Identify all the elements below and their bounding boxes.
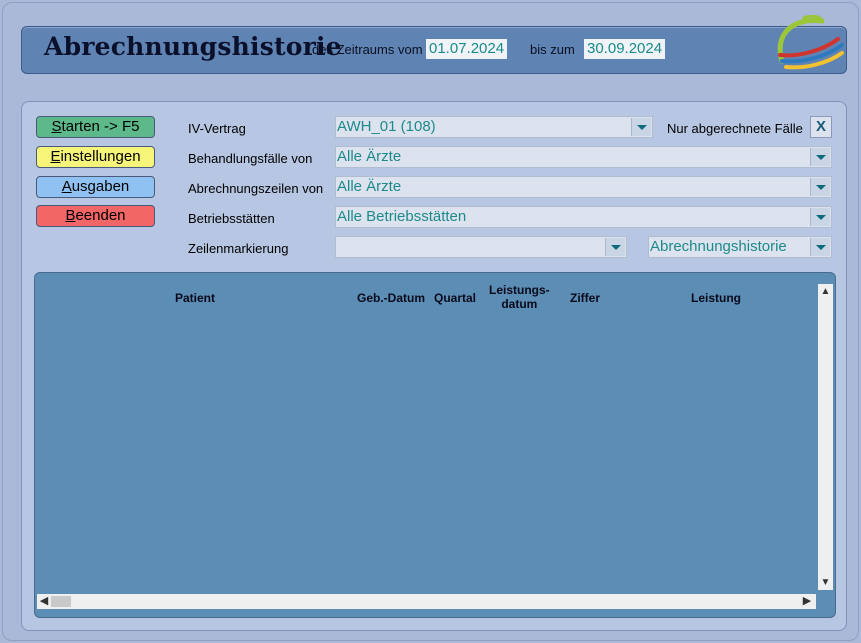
only-billed-label: Nur abgerechnete Fälle [667,121,803,136]
start-label: tarten -> F5 [61,118,140,135]
iv-vertrag-label: IV-Vertrag [188,121,246,136]
behandlungsfaelle-value: Alle Ärzte [337,148,402,165]
chevron-down-icon[interactable] [605,238,625,256]
iv-vertrag-value: AWH_01 (108) [337,118,436,135]
outputs-label: usgaben [71,178,130,195]
column-header-leistungsdatum[interactable]: Leistungs- datum [489,283,550,311]
exit-label: eenden [75,207,126,224]
abrechnungszeilen-label: Abrechnungszeilen von [188,181,324,196]
view-select-value: Abrechnungshistorie [650,238,787,255]
chevron-down-icon[interactable] [810,208,830,226]
betriebsstaetten-select[interactable]: Alle Betriebsstätten [335,206,832,228]
abrechnungszeilen-select[interactable]: Alle Ärzte [335,176,832,198]
app-logo [777,15,844,70]
settings-button[interactable]: Einstellungen [36,146,155,168]
results-table[interactable]: Patient Geb.-Datum Quartal Leistungs- da… [34,272,836,611]
to-date-field[interactable]: 30.09.2024 [584,39,666,59]
only-billed-checkbox[interactable]: X [810,116,832,138]
vertical-scrollbar[interactable]: ▲ ▼ [818,284,833,590]
view-select[interactable]: Abrechnungshistorie [648,236,832,258]
start-hotkey: S [51,118,62,135]
chevron-down-icon[interactable] [810,178,830,196]
behandlungsfaelle-label: Behandlungsfälle von [188,151,313,166]
column-header-ziffer[interactable]: Ziffer [570,291,600,305]
scroll-down-icon[interactable]: ▼ [818,575,833,590]
start-button[interactable]: Starten -> F5 [36,116,155,138]
table-bottom-edge [34,609,836,618]
betriebsstaetten-value: Alle Betriebsstätten [337,208,467,225]
main-window: Abrechnungshistorie des Zeitraums vom 01… [2,2,859,641]
zeilenmarkierung-select[interactable] [335,236,627,258]
filter-panel: Starten -> F5 Einstellungen Ausgaben Bee… [21,101,847,631]
chevron-down-icon[interactable] [810,238,830,256]
behandlungsfaelle-select[interactable]: Alle Ärzte [335,146,832,168]
exit-button[interactable]: Beenden [36,205,155,227]
scroll-right-icon[interactable]: ▶ [800,594,814,609]
from-date-field[interactable]: 01.07.2024 [426,39,508,59]
chevron-down-icon[interactable] [631,118,651,136]
horizontal-scrollbar[interactable]: ◀ ▶ [37,594,816,609]
zeilenmarkierung-label: Zeilenmarkierung [188,241,289,256]
horizontal-scroll-thumb[interactable] [51,596,71,607]
column-header-geb-datum[interactable]: Geb.-Datum [357,291,425,305]
scroll-up-icon[interactable]: ▲ [818,284,833,299]
iv-vertrag-select[interactable]: AWH_01 (108) [335,116,653,138]
header-bar: Abrechnungshistorie des Zeitraums vom 01… [21,15,847,74]
column-header-patient[interactable]: Patient [175,291,215,305]
to-label: bis zum [530,42,575,57]
column-header-leistung[interactable]: Leistung [691,291,741,305]
chevron-down-icon[interactable] [810,148,830,166]
outputs-button[interactable]: Ausgaben [36,176,155,198]
exit-hotkey: B [65,207,76,224]
betriebsstaetten-label: Betriebsstätten [188,211,275,226]
page-title: Abrechnungshistorie [44,32,342,61]
from-label: des Zeitraums vom [312,42,423,57]
settings-label: instellungen [60,148,141,165]
settings-hotkey: E [50,148,61,165]
outputs-hotkey: A [61,178,72,195]
abrechnungszeilen-value: Alle Ärzte [337,178,402,195]
column-header-quartal[interactable]: Quartal [434,291,476,305]
scroll-left-icon[interactable]: ◀ [37,594,51,609]
